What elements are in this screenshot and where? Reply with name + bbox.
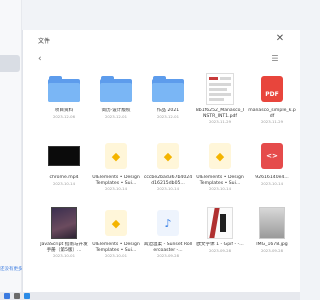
file-date: 2023-10-14 [156,187,180,192]
file-date: 2023-12-01 [104,114,128,119]
file-name: 92616140e4... [255,175,289,180]
file-name: 项目资料 [54,108,74,113]
file-date: 2023-12-06 [52,114,76,119]
audio-file-icon: ♪ [151,206,185,240]
file-item[interactable]: JavaScript 指南与开发手册（第5版）... 2023-10-01 [38,204,90,271]
app-icon[interactable] [14,293,20,299]
sketch-file-icon: ◆ [99,206,133,240]
file-date: 2023-11-29 [208,120,232,125]
file-name: UIElements • Design Templates • Sui... [196,175,244,186]
file-item[interactable]: 项目资料 2023-12-06 [38,70,90,137]
sketch-file-icon: ◆ [99,139,133,173]
folder-icon [47,72,81,106]
file-date: 2023-11-29 [260,120,284,125]
file-item[interactable]: PDF manasco_simple_k.pdf 2023-11-29 [246,70,298,137]
file-name: 8b1f6252_Manasco_INSTR_INT1.pdf [195,108,245,119]
files-app-icon[interactable] [24,293,30,299]
file-date: 2023-12-01 [156,114,180,119]
file-name: UIElements • Design Templates • Sui... [92,175,140,186]
file-item[interactable]: 简历·设计版权 2023-12-01 [90,70,142,137]
file-item[interactable]: ◆ UIElements • Design Templates • Sui... 2… [90,204,142,271]
file-name: IMG_1678.jpg [256,242,288,247]
file-item[interactable]: <> 92616140e4... 2023-10-14 [246,137,298,204]
file-item[interactable]: IMG_1678.jpg 2023-09-28 [246,204,298,271]
file-name: 作品 2021 [156,108,180,113]
file-date: 2023-10-01 [52,254,76,259]
file-item[interactable]: ◆ UIElements • Design Templates • Sui... 2… [194,137,246,204]
file-item[interactable]: 8b1f6252_Manasco_INSTR_INT1.pdf 2023-11-2… [194,70,246,137]
video-thumbnail [47,139,81,173]
list-view-icon[interactable]: ☰ [270,54,280,64]
file-date: 2023-09-28 [156,254,180,259]
file-window: 文件 ✕ ‹ ☰ 项目资料 2023-12-06 简历·设计版权 2023-12-01… [22,30,300,292]
file-date: 2023-10-14 [208,187,232,192]
file-name: 欧文字体 1 - Gpif - -... [196,242,244,247]
folder-icon [151,72,185,106]
file-name: JavaScript 指南与开发手册（第5版）... [40,242,88,253]
code-file-icon: <> [255,139,289,173]
file-name: 耳边温柔 - Sunset Rollercoaster -... [143,242,193,253]
file-item[interactable]: ◆ UIElements • Design Templates • Sui... 2… [90,137,142,204]
sidebar: 还没有更多了 ima [0,0,22,300]
photo-thumbnail [255,206,289,240]
taskbar [0,292,300,300]
back-icon[interactable]: ‹ [38,54,48,64]
image-thumbnail [203,206,237,240]
sketch-file-icon: ◆ [151,139,185,173]
close-icon[interactable]: ✕ [273,32,287,46]
book-cover-thumbnail [47,206,81,240]
folder-icon [99,72,133,106]
sidebar-item-active[interactable] [0,55,20,72]
file-item[interactable]: 欧文字体 1 - Gpif - -... 2023-09-28 [194,204,246,271]
file-date: 2023-10-01 [104,254,128,259]
pdf-thumbnail [203,72,237,106]
file-grid: 项目资料 2023-12-06 简历·设计版权 2023-12-01 作品 2021 20… [38,70,298,292]
file-date: 2023-09-28 [260,248,284,253]
file-name: 简历·设计版权 [101,108,131,113]
start-icon[interactable] [4,293,10,299]
window-title: 文件 [38,38,51,45]
file-date: 2023-10-14 [52,181,76,186]
file-date: 2023-09-28 [208,248,232,253]
sketch-file-icon: ◆ [203,139,237,173]
file-item[interactable]: 作品 2021 2023-12-01 [142,70,194,137]
file-item[interactable]: ◆ cccbe2bad367b4024d16215db05... 2023-10-1… [142,137,194,204]
file-item[interactable]: chrome.mp4 2023-10-14 [38,137,90,204]
file-name: cccbe2bad367b4024d16215db05... [143,175,193,186]
file-date: 2023-10-14 [260,181,284,186]
sidebar-link[interactable]: 还没有更多了 [0,265,22,274]
file-name: chrome.mp4 [49,175,79,180]
file-name: UIElements • Design Templates • Sui... [92,242,140,253]
file-item[interactable]: ♪ 耳边温柔 - Sunset Rollercoaster -... 2023-09… [142,204,194,271]
file-name: manasco_simple_k.pdf [248,108,296,119]
pdf-icon: PDF [255,72,289,106]
file-date: 2023-10-14 [104,187,128,192]
